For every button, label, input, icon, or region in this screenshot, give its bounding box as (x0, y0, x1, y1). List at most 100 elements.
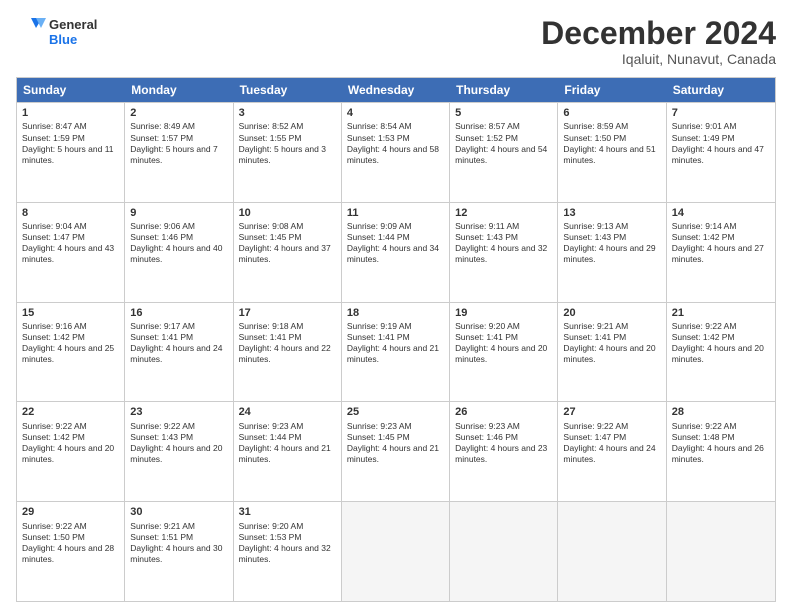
sunrise-text: Sunrise: 9:22 AM (672, 421, 737, 431)
cal-cell-r3c2: 24 Sunrise: 9:23 AMSunset: 1:44 PMDayligh… (234, 402, 342, 501)
cal-cell-r3c6: 28Sunrise: 9:22 AMSunset: 1:48 PMDayligh… (667, 402, 775, 501)
header: General Blue December 2024 Iqaluit, Nuna… (16, 16, 776, 67)
sunrise-text: Sunrise: 9:19 AM (347, 321, 412, 331)
header-wednesday: Wednesday (342, 78, 450, 102)
sunrise-text: Sunrise: 9:13 AM (563, 221, 628, 231)
cal-cell-r4c3 (342, 502, 450, 601)
day-number: 2 (130, 106, 227, 120)
header-thursday: Thursday (450, 78, 558, 102)
cal-cell-r2c1: 16Sunrise: 9:17 AMSunset: 1:41 PMDayligh… (125, 303, 233, 402)
sunset-text: Sunset: 1:45 PM (347, 432, 410, 442)
sunrise-text: Sunrise: 9:23 AM (239, 421, 304, 431)
sunrise-text: Sunrise: 9:16 AM (22, 321, 87, 331)
daylight-text: Daylight: 4 hours and 20 minutes. (672, 343, 764, 364)
sunset-text: Sunset: 1:43 PM (130, 432, 193, 442)
header-saturday: Saturday (667, 78, 775, 102)
cal-cell-r2c2: 17Sunrise: 9:18 AMSunset: 1:41 PMDayligh… (234, 303, 342, 402)
day-number: 20 (563, 306, 660, 320)
sunset-text: Sunset: 1:48 PM (672, 432, 735, 442)
daylight-text: Daylight: 4 hours and 22 minutes. (239, 343, 331, 364)
cal-cell-r4c5 (558, 502, 666, 601)
daylight-text: Daylight: 4 hours and 58 minutes. (347, 144, 439, 165)
sunrise-text: Sunrise: 9:23 AM (455, 421, 520, 431)
daylight-text: Daylight: 4 hours and 47 minutes. (672, 144, 764, 165)
sunrise-text: Sunrise: 9:21 AM (130, 521, 195, 531)
sunrise-text: Sunrise: 9:21 AM (563, 321, 628, 331)
cal-cell-r2c6: 21Sunrise: 9:22 AMSunset: 1:42 PMDayligh… (667, 303, 775, 402)
day-number: 28 (672, 405, 770, 419)
sunset-text: Sunset: 1:41 PM (563, 332, 626, 342)
daylight-text: Daylight: 4 hours and 24 minutes. (563, 443, 655, 464)
sunset-text: Sunset: 1:43 PM (455, 232, 518, 242)
sunset-text: Sunset: 1:44 PM (239, 432, 302, 442)
sunset-text: Sunset: 1:43 PM (563, 232, 626, 242)
sunrise-text: Sunrise: 8:57 AM (455, 121, 520, 131)
sunrise-text: Sunrise: 9:22 AM (22, 421, 87, 431)
sunset-text: Sunset: 1:42 PM (22, 432, 85, 442)
day-number: 29 (22, 505, 119, 519)
day-number: 13 (563, 206, 660, 220)
day-number: 11 (347, 206, 444, 220)
sunrise-text: Sunrise: 8:52 AM (239, 121, 304, 131)
page-container: General Blue December 2024 Iqaluit, Nuna… (0, 0, 792, 612)
cal-cell-r1c5: 13Sunrise: 9:13 AMSunset: 1:43 PMDayligh… (558, 203, 666, 302)
sunrise-text: Sunrise: 9:09 AM (347, 221, 412, 231)
sunrise-text: Sunrise: 8:49 AM (130, 121, 195, 131)
sunrise-text: Sunrise: 9:20 AM (239, 521, 304, 531)
sunset-text: Sunset: 1:42 PM (672, 332, 735, 342)
sunset-text: Sunset: 1:50 PM (563, 133, 626, 143)
cal-cell-r1c6: 14Sunrise: 9:14 AMSunset: 1:42 PMDayligh… (667, 203, 775, 302)
daylight-text: Daylight: 4 hours and 32 minutes. (239, 543, 331, 564)
day-number: 23 (130, 405, 227, 419)
day-number: 4 (347, 106, 444, 120)
logo: General Blue (16, 16, 97, 50)
sunset-text: Sunset: 1:41 PM (455, 332, 518, 342)
cal-cell-r1c2: 10Sunrise: 9:08 AMSunset: 1:45 PMDayligh… (234, 203, 342, 302)
cal-cell-r0c3: 4Sunrise: 8:54 AMSunset: 1:53 PMDaylight… (342, 103, 450, 202)
calendar-body: 1Sunrise: 8:47 AMSunset: 1:59 PMDaylight… (17, 102, 775, 601)
cal-cell-r3c1: 23Sunrise: 9:22 AMSunset: 1:43 PMDayligh… (125, 402, 233, 501)
daylight-text: Daylight: 5 hours and 11 minutes. (22, 144, 114, 165)
sunrise-text: Sunrise: 9:04 AM (22, 221, 87, 231)
cal-cell-r0c4: 5Sunrise: 8:57 AMSunset: 1:52 PMDaylight… (450, 103, 558, 202)
logo-words: General Blue (49, 18, 97, 48)
day-number: 24 (239, 405, 336, 419)
logo-bird-icon (16, 16, 46, 50)
daylight-text: Daylight: 4 hours and 40 minutes. (130, 243, 222, 264)
sunrise-text: Sunrise: 9:18 AM (239, 321, 304, 331)
sunset-text: Sunset: 1:57 PM (130, 133, 193, 143)
daylight-text: Daylight: 4 hours and 21 minutes. (239, 443, 331, 464)
header-friday: Friday (558, 78, 666, 102)
sunset-text: Sunset: 1:59 PM (22, 133, 85, 143)
day-number: 17 (239, 306, 336, 320)
day-number: 5 (455, 106, 552, 120)
subtitle: Iqaluit, Nunavut, Canada (541, 51, 776, 67)
header-sunday: Sunday (17, 78, 125, 102)
sunset-text: Sunset: 1:55 PM (239, 133, 302, 143)
sunset-text: Sunset: 1:46 PM (455, 432, 518, 442)
daylight-text: Daylight: 4 hours and 20 minutes. (22, 443, 114, 464)
header-tuesday: Tuesday (234, 78, 342, 102)
day-number: 31 (239, 505, 336, 519)
day-number: 19 (455, 306, 552, 320)
daylight-text: Daylight: 4 hours and 28 minutes. (22, 543, 114, 564)
logo-combined: General Blue (16, 16, 97, 50)
sunset-text: Sunset: 1:47 PM (563, 432, 626, 442)
cal-cell-r0c6: 7Sunrise: 9:01 AMSunset: 1:49 PMDaylight… (667, 103, 775, 202)
sunset-text: Sunset: 1:42 PM (22, 332, 85, 342)
daylight-text: Daylight: 4 hours and 32 minutes. (455, 243, 547, 264)
sunrise-text: Sunrise: 9:01 AM (672, 121, 737, 131)
day-number: 8 (22, 206, 119, 220)
day-number: 9 (130, 206, 227, 220)
day-number: 16 (130, 306, 227, 320)
daylight-text: Daylight: 4 hours and 51 minutes. (563, 144, 655, 165)
cal-cell-r4c6 (667, 502, 775, 601)
sunset-text: Sunset: 1:45 PM (239, 232, 302, 242)
sunrise-text: Sunrise: 9:17 AM (130, 321, 195, 331)
cal-cell-r2c5: 20Sunrise: 9:21 AMSunset: 1:41 PMDayligh… (558, 303, 666, 402)
month-title: December 2024 (541, 16, 776, 51)
logo-general: General (49, 18, 97, 33)
sunset-text: Sunset: 1:42 PM (672, 232, 735, 242)
sunrise-text: Sunrise: 9:23 AM (347, 421, 412, 431)
day-number: 26 (455, 405, 552, 419)
